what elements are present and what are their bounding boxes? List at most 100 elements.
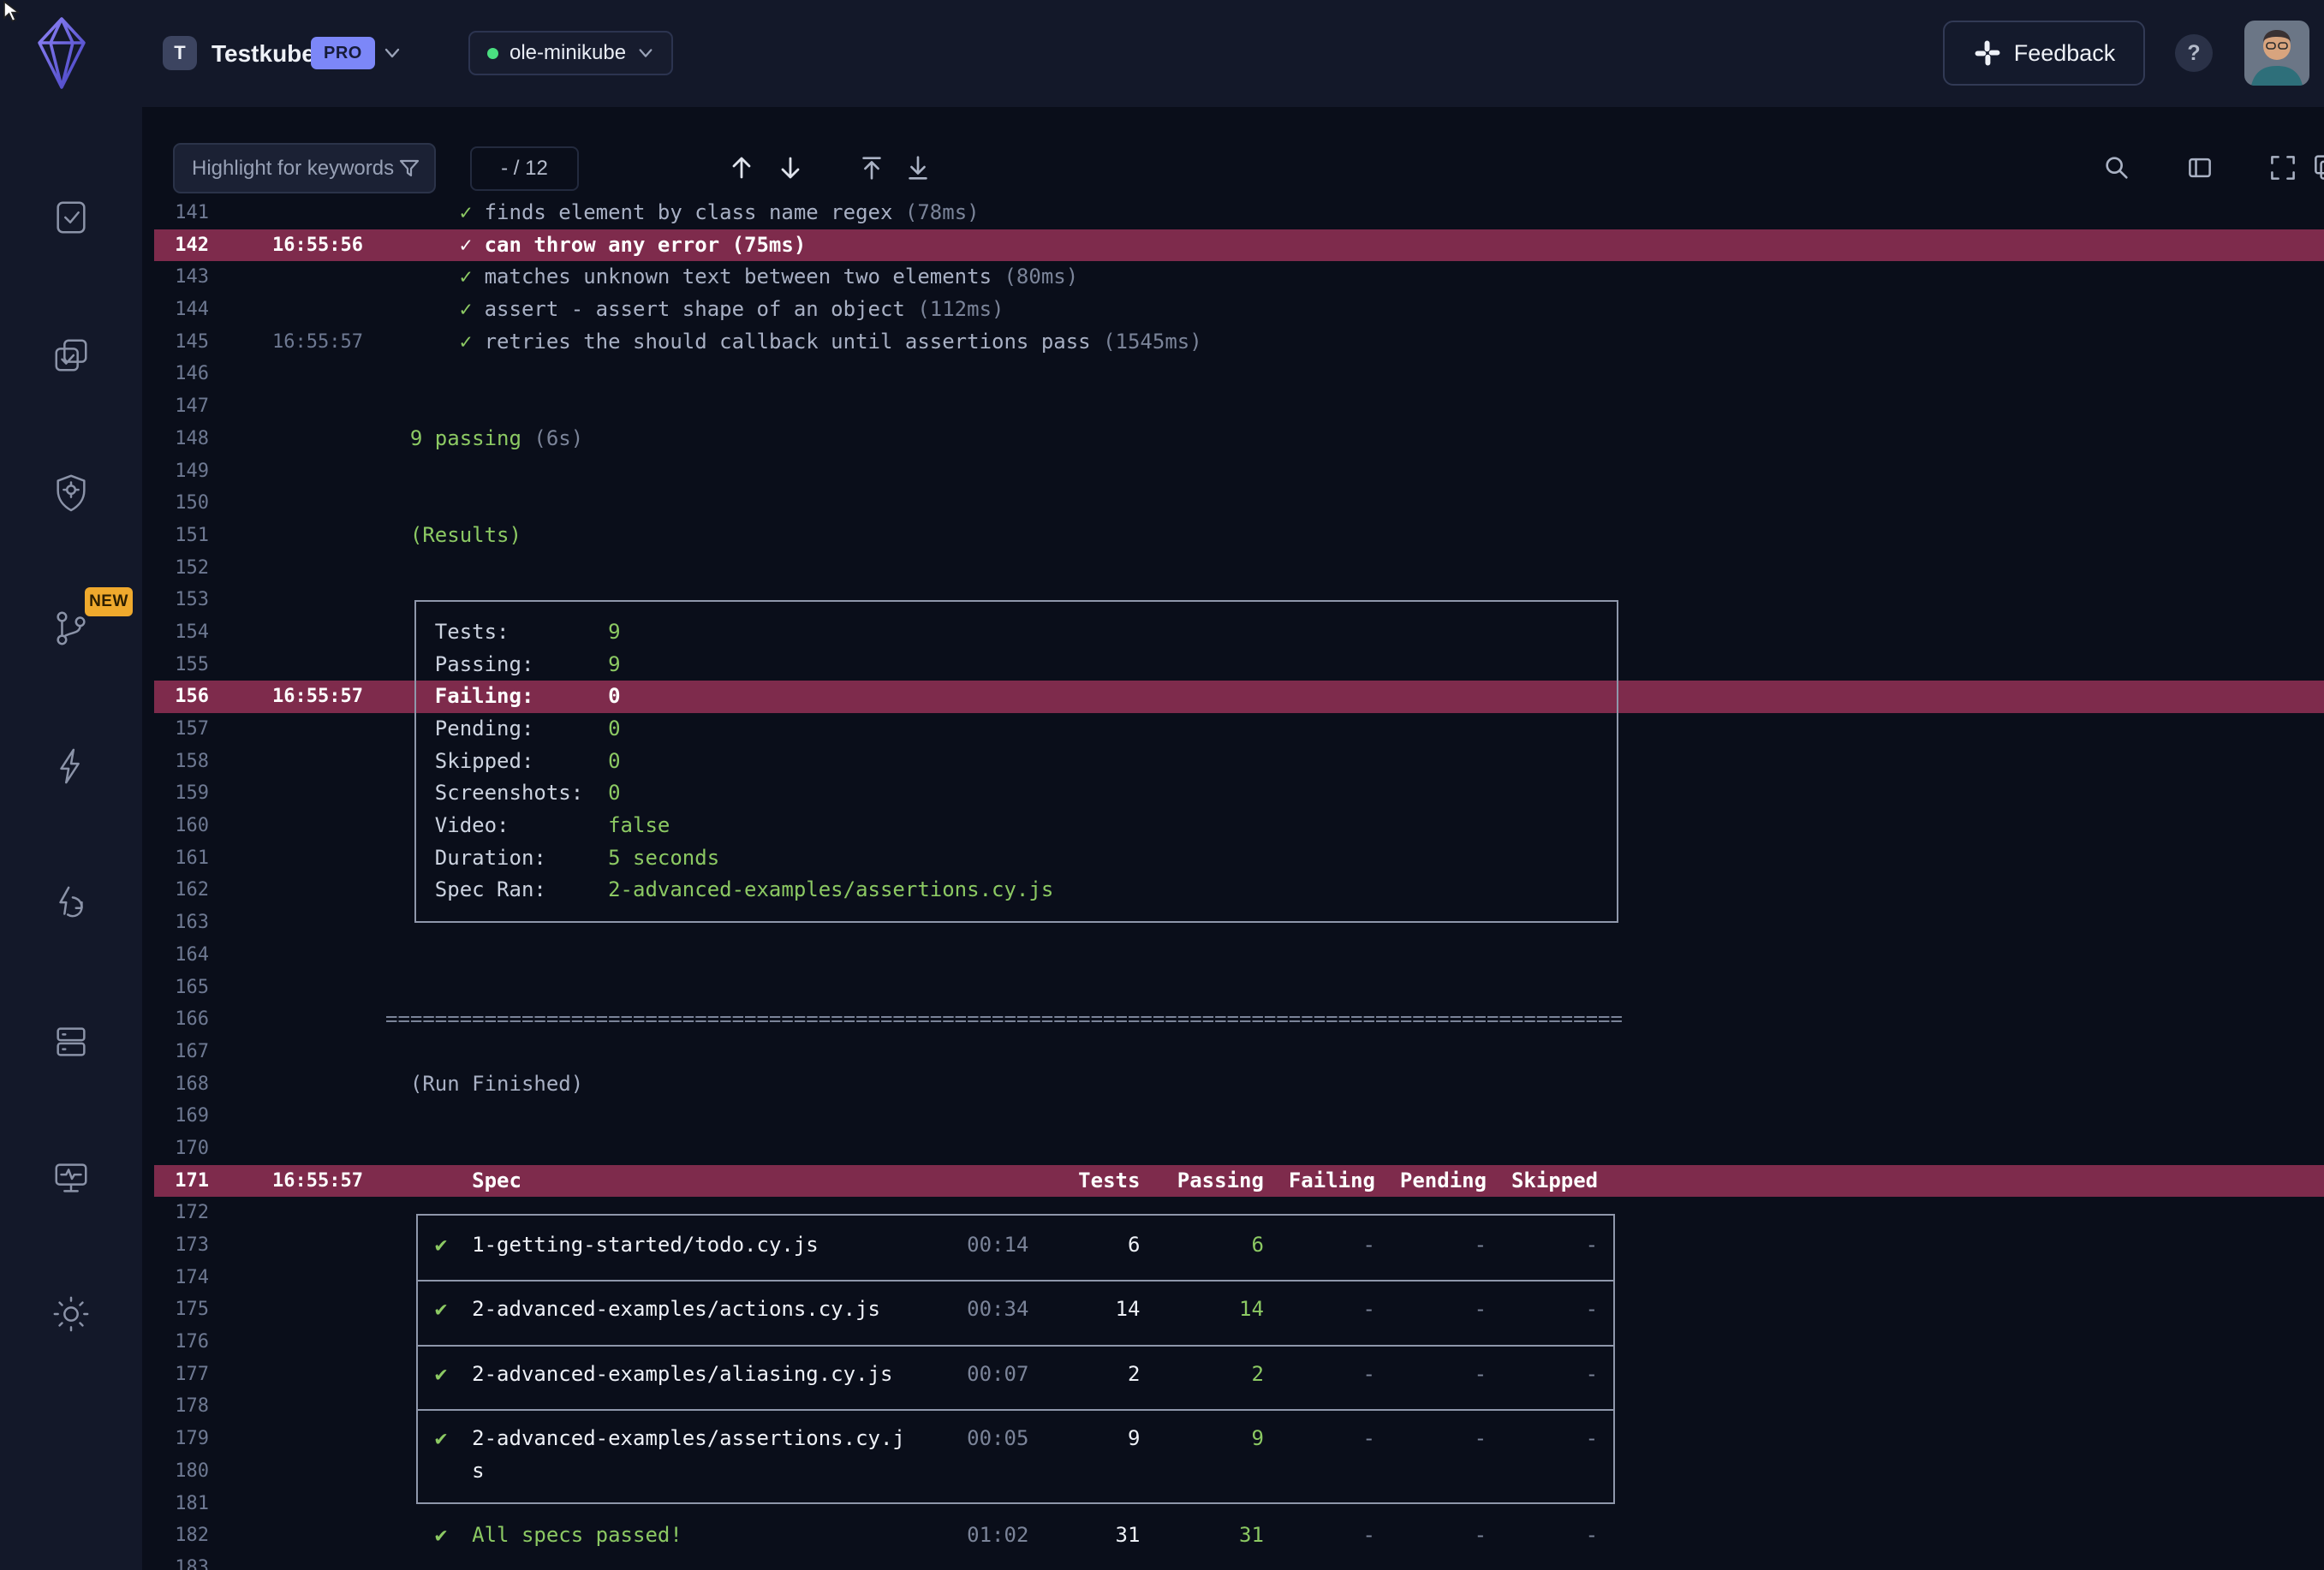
log-line[interactable]: 176 xyxy=(154,1326,2324,1359)
highlight-keywords-input[interactable]: Highlight for keywords xyxy=(173,143,436,193)
new-feature-badge: NEW xyxy=(85,587,133,616)
line-number: 162 xyxy=(154,874,209,907)
log-line[interactable]: 14516:55:57 ✓ retries the should callbac… xyxy=(154,326,2324,359)
log-line[interactable]: 180 s xyxy=(154,1455,2324,1488)
log-line[interactable]: 155 Passing: 9 xyxy=(154,649,2324,681)
sidebar-item-webhooks[interactable] xyxy=(44,877,98,931)
lightning-arrow-icon xyxy=(51,884,91,924)
workspace-avatar[interactable]: T xyxy=(163,36,197,70)
scroll-to-top-button[interactable] xyxy=(851,147,892,188)
sidebar-item-settings[interactable] xyxy=(44,1287,98,1341)
highlight-keywords-placeholder: Highlight for keywords xyxy=(192,157,394,181)
top-header: T Testkube PRO ole-minikube Feedback ? xyxy=(0,0,2324,107)
log-line[interactable]: 15616:55:57 Failing: 0 xyxy=(154,681,2324,713)
log-line[interactable]: 168 (Run Finished) xyxy=(154,1068,2324,1101)
line-content: ========================================… xyxy=(385,1003,1623,1036)
environment-name: ole-minikube xyxy=(509,41,626,65)
log-line[interactable]: 158 Skipped: 0 xyxy=(154,746,2324,778)
log-line[interactable]: 161 Duration: 5 seconds xyxy=(154,842,2324,875)
log-line[interactable]: 160 Video: false xyxy=(154,810,2324,842)
log-line[interactable]: 178 xyxy=(154,1390,2324,1423)
sidebar-item-status-pages[interactable] xyxy=(44,1151,98,1205)
line-content: ✔ 2-advanced-examples/actions.cy.js 00:3… xyxy=(385,1293,1598,1326)
log-line[interactable]: 163 xyxy=(154,907,2324,939)
environment-selector[interactable]: ole-minikube xyxy=(468,31,673,75)
scroll-to-bottom-button[interactable] xyxy=(897,147,939,188)
log-line[interactable]: 154 Tests: 9 xyxy=(154,616,2324,649)
feedback-button[interactable]: Feedback xyxy=(1943,21,2145,86)
log-line[interactable]: 152 xyxy=(154,552,2324,585)
log-line[interactable]: 157 Pending: 0 xyxy=(154,713,2324,746)
help-button[interactable]: ? xyxy=(2175,34,2213,72)
copy-logs-button[interactable] xyxy=(2305,147,2324,188)
log-line[interactable]: 183 xyxy=(154,1552,2324,1570)
line-number: 161 xyxy=(154,842,209,875)
line-number: 178 xyxy=(154,1390,209,1423)
log-line[interactable]: 167 xyxy=(154,1036,2324,1068)
log-line[interactable]: 141 ✓ finds element by class name regex … xyxy=(154,197,2324,229)
log-line[interactable]: 172 xyxy=(154,1197,2324,1229)
line-number: 176 xyxy=(154,1326,209,1359)
match-counter[interactable]: - / 12 xyxy=(470,146,579,191)
search-logs-button[interactable] xyxy=(2096,147,2137,188)
log-line[interactable]: 182 ✔ All specs passed! 01:02 31 31 - - … xyxy=(154,1519,2324,1552)
log-line[interactable]: 144 ✓ assert - assert shape of an object… xyxy=(154,294,2324,326)
log-line[interactable]: 174 xyxy=(154,1262,2324,1294)
line-number: 164 xyxy=(154,939,209,972)
log-line[interactable]: 166=====================================… xyxy=(154,1003,2324,1036)
line-number: 151 xyxy=(154,520,209,552)
log-line[interactable]: 149 xyxy=(154,455,2324,488)
line-content: (Results) xyxy=(385,520,521,552)
sidebar-item-logs[interactable] xyxy=(44,1014,98,1069)
log-line[interactable]: 181 xyxy=(154,1488,2324,1520)
line-content: Pending: 0 xyxy=(385,713,621,746)
log-line[interactable]: 153 xyxy=(154,584,2324,616)
testkube-logo[interactable] xyxy=(34,14,89,92)
line-content: Tests: 9 xyxy=(385,616,621,649)
log-line[interactable]: 173 ✔ 1-getting-started/todo.cy.js 00:14… xyxy=(154,1229,2324,1262)
log-line[interactable]: 150 xyxy=(154,487,2324,520)
line-number: 150 xyxy=(154,487,209,520)
log-line[interactable]: 162 Spec Ran: 2-advanced-examples/assert… xyxy=(154,874,2324,907)
sidebar-item-executors[interactable] xyxy=(44,465,98,520)
fullscreen-button[interactable] xyxy=(2262,147,2303,188)
line-timestamp: 16:55:57 xyxy=(209,1165,363,1198)
previous-match-button[interactable] xyxy=(721,147,762,188)
log-line[interactable]: 179 ✔ 2-advanced-examples/assertions.cy.… xyxy=(154,1423,2324,1455)
log-line[interactable]: 164 xyxy=(154,939,2324,972)
line-content: Skipped: 0 xyxy=(385,746,621,778)
log-line[interactable]: 14216:55:56 ✓ can throw any error (75ms) xyxy=(154,229,2324,262)
log-line[interactable]: 165 xyxy=(154,972,2324,1004)
user-avatar[interactable] xyxy=(2244,21,2309,86)
next-match-button[interactable] xyxy=(770,147,811,188)
log-line[interactable]: 147 xyxy=(154,390,2324,423)
log-line[interactable]: 146 xyxy=(154,358,2324,390)
sidebar-item-triggers[interactable] xyxy=(44,739,98,794)
log-viewer[interactable]: 141 ✓ finds element by class name regex … xyxy=(142,197,2324,1570)
line-content: ✔ 1-getting-started/todo.cy.js 00:14 6 6… xyxy=(385,1229,1598,1262)
log-line[interactable]: 151 (Results) xyxy=(154,520,2324,552)
line-content: Duration: 5 seconds xyxy=(385,842,719,875)
line-number: 177 xyxy=(154,1359,209,1391)
line-number: 169 xyxy=(154,1100,209,1133)
log-line[interactable]: 159 Screenshots: 0 xyxy=(154,777,2324,810)
log-line[interactable]: 177 ✔ 2-advanced-examples/aliasing.cy.js… xyxy=(154,1359,2324,1391)
expand-panel-button[interactable] xyxy=(2179,147,2220,188)
line-content: ✓ can throw any error (75ms) xyxy=(385,229,806,262)
log-line[interactable]: 170 xyxy=(154,1133,2324,1165)
arrow-down-to-line-icon xyxy=(903,153,933,182)
sidebar-item-test-suites[interactable] xyxy=(44,328,98,383)
line-timestamp: 16:55:57 xyxy=(209,681,363,713)
line-timestamp: 16:55:57 xyxy=(209,326,363,359)
sidebar-item-tests[interactable] xyxy=(44,190,98,245)
line-number: 174 xyxy=(154,1262,209,1294)
workspace-chevron-down-icon[interactable] xyxy=(383,44,402,62)
log-line[interactable]: 17116:55:57 Spec Tests Passing Failing P… xyxy=(154,1165,2324,1198)
copy-icon xyxy=(2311,153,2324,182)
log-line[interactable]: 148 9 passing (6s) xyxy=(154,423,2324,455)
line-number: 153 xyxy=(154,584,209,616)
log-line[interactable]: 175 ✔ 2-advanced-examples/actions.cy.js … xyxy=(154,1293,2324,1326)
log-line[interactable]: 169 xyxy=(154,1100,2324,1133)
line-content: ✔ 2-advanced-examples/assertions.cy.j 00… xyxy=(385,1423,1598,1455)
log-line[interactable]: 143 ✓ matches unknown text between two e… xyxy=(154,261,2324,294)
